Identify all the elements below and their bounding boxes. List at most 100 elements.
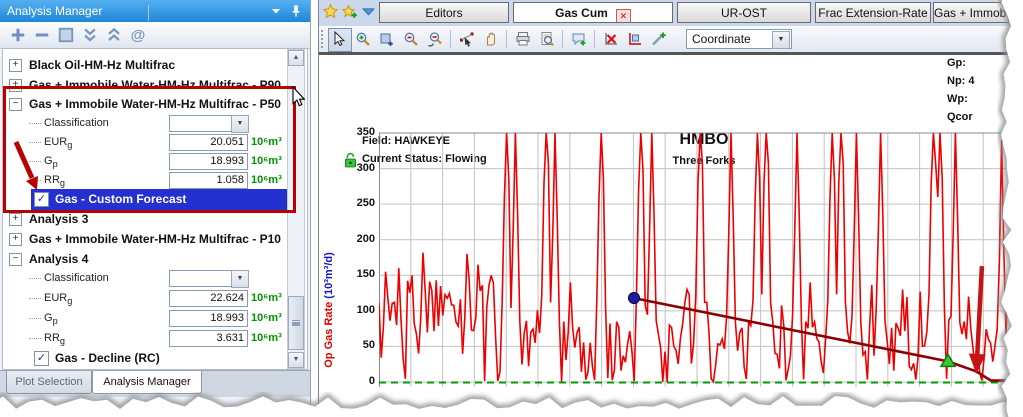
tree-node[interactable]: + Gas + Immobile Water-HM-Hz Multifrac - … <box>3 230 295 249</box>
delete-axis-icon[interactable] <box>600 28 624 52</box>
y-tick-label: 200 <box>356 232 375 245</box>
print-icon[interactable] <box>512 28 536 52</box>
parameter-value-input[interactable]: 3.631 <box>169 330 248 347</box>
toolbar-separator <box>562 30 563 48</box>
parameter-row[interactable]: RRg 1.058 10⁶m³ <box>3 171 295 190</box>
classification-row[interactable]: Classification ▼ <box>3 114 295 133</box>
collapse-icon[interactable]: − <box>9 253 22 266</box>
tree-node[interactable]: + Analysis 3 <box>3 210 295 229</box>
expand-all-icon[interactable] <box>104 25 124 45</box>
stat-np: Np: 4 <box>947 75 975 87</box>
coordinate-dropdown[interactable]: Coordinate ▼ <box>686 29 792 49</box>
box-select-icon[interactable] <box>56 25 76 45</box>
field-label: Classification <box>44 272 109 284</box>
units-label: 10⁶m³ <box>251 174 282 186</box>
parameter-value-input[interactable]: 20.051 <box>169 134 248 151</box>
pin-icon[interactable] <box>288 3 304 19</box>
axis-properties-icon[interactable] <box>624 28 648 52</box>
classification-dropdown[interactable]: ▼ <box>169 115 249 133</box>
forecast-label: Gas - Decline (RC) <box>55 351 160 365</box>
expand-icon[interactable]: + <box>9 59 22 72</box>
dropdown-arrow-icon[interactable] <box>268 3 284 19</box>
zoom-window-icon[interactable] <box>376 28 400 52</box>
classification-row[interactable]: Classification ▼ <box>3 269 295 288</box>
chevron-down-icon[interactable]: ▼ <box>231 270 249 288</box>
tree-connector <box>29 123 41 124</box>
tree-node[interactable]: + Gas + Immobile Water-HM-Hz Multifrac - … <box>3 76 295 95</box>
toolbar-separator <box>148 5 149 21</box>
scroll-down-icon[interactable]: ▼ <box>288 352 304 368</box>
panel-title: Analysis Manager <box>7 4 103 18</box>
classification-dropdown[interactable]: ▼ <box>169 270 249 288</box>
analysis-tree: + Black Oil-HM-Hz Multifrac + Gas + Immobil… <box>2 48 308 370</box>
chevron-down-icon[interactable]: ▼ <box>772 31 790 49</box>
add-comment-icon[interactable] <box>568 28 592 52</box>
add-line-icon[interactable] <box>648 28 672 52</box>
star-add-icon[interactable] <box>341 3 358 20</box>
trace-pointer-icon[interactable] <box>456 28 480 52</box>
tab-gas-immobile-wate[interactable]: Gas + Immobile Wate... <box>933 2 1009 23</box>
add-analysis-icon[interactable] <box>8 25 28 45</box>
collapse-all-icon[interactable] <box>80 25 100 45</box>
toolbar-separator <box>594 30 595 48</box>
scroll-up-icon[interactable]: ▲ <box>288 50 304 66</box>
tree-connector <box>29 298 41 299</box>
expand-icon[interactable]: + <box>9 213 22 226</box>
tree-node[interactable]: − Gas + Immobile Water-HM-Hz Multifrac - … <box>3 95 295 114</box>
stat-wp: Wp: <box>947 93 968 105</box>
expand-icon[interactable]: + <box>9 233 22 246</box>
annotation-at-icon[interactable]: @ <box>128 25 148 45</box>
close-tab-icon[interactable]: ✕ <box>615 9 631 22</box>
tree-node[interactable]: − Analysis 4 <box>3 250 295 269</box>
chevron-down-icon[interactable]: ▼ <box>231 115 249 133</box>
parameter-value-input[interactable]: 1.058 <box>169 172 248 189</box>
y-tick-label: 50 <box>362 339 375 352</box>
y-tick-label: 250 <box>356 197 375 210</box>
toolbar-separator <box>506 30 507 48</box>
expand-icon[interactable]: + <box>9 79 22 92</box>
tab-black-o[interactable]: Black O <box>1011 2 1023 23</box>
tab-gas-cum[interactable]: Gas Cum ✕ <box>513 2 673 23</box>
forecast-checkbox[interactable]: ✓ <box>34 351 49 366</box>
zoom-out-icon[interactable] <box>400 28 424 52</box>
tab-plot-selection[interactable]: Plot Selection <box>6 371 92 394</box>
parameter-row[interactable]: Gp 18.993 10⁶m³ <box>3 152 295 171</box>
forecast-label: Gas - Custom Forecast <box>55 192 187 206</box>
y-axis-label: Op Gas Rate (10³m³/d) <box>323 252 335 368</box>
node-label: Gas + Immobile Water-HM-Hz Multifrac - P… <box>29 97 281 111</box>
zoom-in-icon[interactable] <box>352 28 376 52</box>
parameter-row[interactable]: Gp 18.993 10⁶m³ <box>3 309 295 328</box>
tree-connector <box>29 142 41 143</box>
print-preview-icon[interactable] <box>536 28 560 52</box>
forecast-row[interactable]: ✓ Gas - Decline (RC) <box>3 349 295 368</box>
tab-list-dropdown-icon[interactable] <box>360 3 377 20</box>
tab-label: Gas + Immobile Wate... <box>934 6 1009 20</box>
tree-node[interactable]: + Black Oil-HM-Hz Multifrac <box>3 56 295 75</box>
parameter-row[interactable]: EURg 22.624 10⁶m³ <box>3 289 295 308</box>
tab-label: Gas Cum <box>555 6 608 20</box>
parameter-row[interactable]: RRg 3.631 10⁶m³ <box>3 329 295 348</box>
toolbar-drag-handle[interactable] <box>321 30 326 48</box>
tab-editors[interactable]: Editors <box>379 2 509 23</box>
forecast-checkbox[interactable]: ✓ <box>34 192 49 207</box>
remove-analysis-icon[interactable] <box>32 25 52 45</box>
forecast-row[interactable]: ✓ Gas - Custom Forecast <box>3 189 295 210</box>
pan-hand-icon[interactable] <box>480 28 504 52</box>
tree-scrollbar[interactable]: ▲ ▼ <box>287 49 305 369</box>
select-pointer-icon[interactable] <box>328 28 352 52</box>
tab-ur-ost[interactable]: UR-OST <box>677 2 811 23</box>
tree-connector <box>29 278 41 279</box>
scrollbar-thumb[interactable] <box>288 296 304 350</box>
tab-frac-extension-rate[interactable]: Frac Extension-Rate <box>815 2 931 23</box>
chart-red-arrow-annotation <box>968 265 986 374</box>
tab-analysis-manager[interactable]: Analysis Manager <box>92 371 202 394</box>
collapse-icon[interactable]: − <box>9 98 22 111</box>
zoom-reset-icon[interactable] <box>424 28 448 52</box>
parameter-value-input[interactable]: 18.993 <box>169 310 248 327</box>
parameter-value-input[interactable]: 22.624 <box>169 290 248 307</box>
parameter-row[interactable]: EURg 20.051 10⁶m³ <box>3 133 295 152</box>
chart-client-area: Field: HAWKEYE Current Status: Flowing H… <box>319 55 1023 417</box>
parameter-value-input[interactable]: 18.993 <box>169 153 248 170</box>
rate-vs-time-plot[interactable] <box>379 132 1019 390</box>
star-icon[interactable] <box>322 3 339 20</box>
